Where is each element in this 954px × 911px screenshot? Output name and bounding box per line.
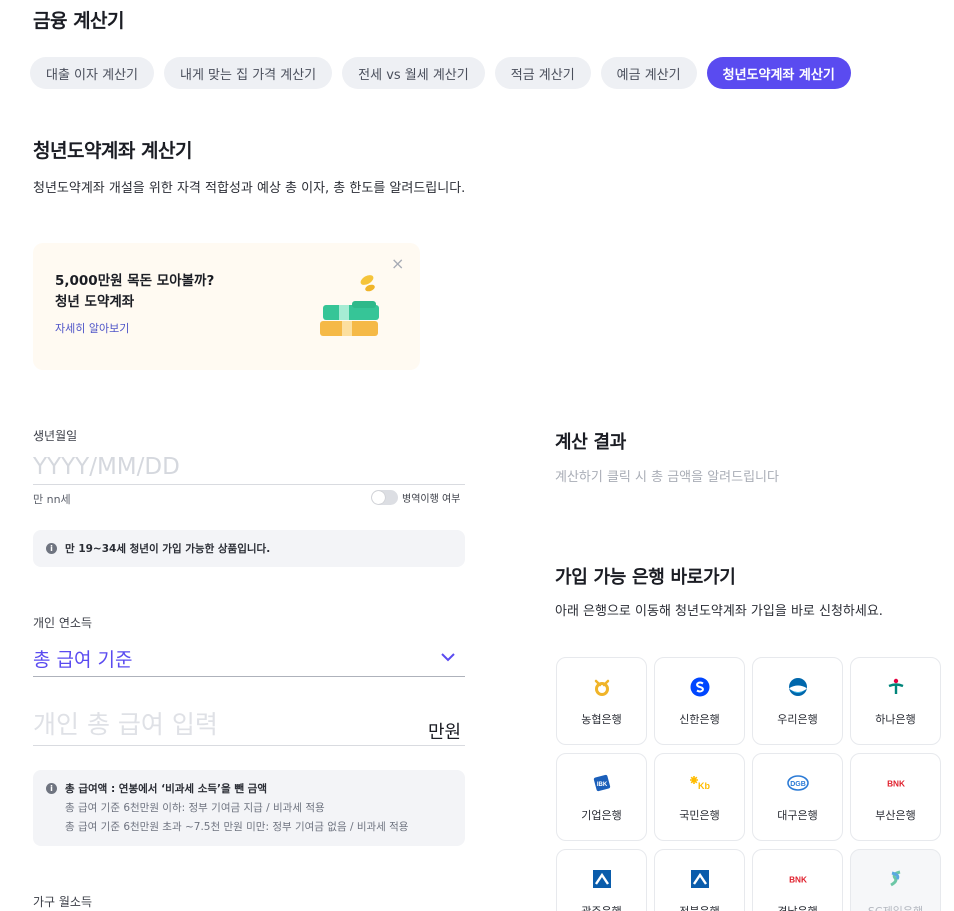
bank-card-kwangju[interactable]: 광주은행: [556, 849, 647, 911]
promo-learn-more-link[interactable]: 자세히 알아보기: [55, 320, 129, 336]
toggle-knob: [372, 491, 385, 504]
close-icon[interactable]: ×: [391, 256, 404, 272]
military-service-label: 병역이행 여부: [402, 494, 461, 505]
bank-card-dgb[interactable]: DGB 대구은행: [752, 753, 843, 841]
income-basis-value: 총 급여 기준: [33, 649, 133, 671]
kb-bank-icon: Kb: [689, 772, 711, 794]
bank-card-kyongnam[interactable]: BNK 경남은행: [752, 849, 843, 911]
bank-section-title: 가입 가능 은행 바로가기: [555, 567, 736, 588]
bank-name: 신한은행: [679, 713, 720, 726]
promo-banner: 5,000만원 목돈 모아볼까? 청년 도약계좌 자세히 알아보기 ×: [33, 243, 420, 370]
bank-name: 기업은행: [581, 809, 622, 822]
bnk-busan-bank-icon: BNK: [885, 772, 907, 794]
svg-text:DGB: DGB: [790, 781, 806, 788]
jeonbuk-bank-icon: [689, 868, 711, 890]
salary-unit: 만원: [428, 722, 462, 743]
tab-installment-savings[interactable]: 적금 계산기: [494, 57, 591, 89]
svg-text:IBK: IBK: [596, 782, 607, 788]
kwangju-bank-icon: [591, 868, 613, 890]
promo-subheadline: 청년 도약계좌: [55, 294, 135, 310]
tab-youth-leap-account[interactable]: 청년도약계좌 계산기: [706, 57, 851, 89]
income-basis-select[interactable]: 총 급여 기준: [33, 643, 465, 677]
bank-card-woori[interactable]: 우리은행: [752, 657, 843, 745]
bank-name: 하나은행: [875, 713, 916, 726]
bank-card-sc[interactable]: SC제일은행: [850, 849, 941, 911]
bank-card-ibk[interactable]: IBK 기업은행: [556, 753, 647, 841]
bank-card-nh[interactable]: 농협은행: [556, 657, 647, 745]
section-title: 청년도약계좌 계산기: [33, 140, 192, 162]
income-definition-title: 총 급여액 : 연봉에서 ‘비과세 소득’을 뺀 금액: [65, 783, 267, 795]
svg-text:Kb: Kb: [698, 781, 710, 791]
svg-text:BNK: BNK: [789, 876, 807, 885]
birth-date-label: 생년월일: [33, 429, 78, 443]
tab-home-price[interactable]: 내게 맞는 집 가격 계산기: [164, 57, 333, 89]
birth-date-input[interactable]: [33, 450, 465, 485]
bank-name: 농협은행: [581, 713, 622, 726]
income-rule-2: 총 급여 기준 6천만원 초과 ~7.5천 만원 미만: 정부 기여금 없음 /…: [65, 821, 409, 833]
bank-name: 부산은행: [875, 809, 916, 822]
result-title: 계산 결과: [555, 432, 627, 453]
bank-card-jeonbuk[interactable]: 전북은행: [654, 849, 745, 911]
info-icon: i: [46, 783, 57, 794]
promo-headline: 5,000만원 목돈 모아볼까?: [55, 273, 215, 289]
bank-name: 광주은행: [557, 903, 646, 911]
bank-card-shinhan[interactable]: 신한은행: [654, 657, 745, 745]
sc-bank-icon: [885, 868, 907, 890]
page-heading: 금융 계산기: [33, 10, 125, 32]
tab-loan-interest[interactable]: 대출 이자 계산기: [30, 57, 154, 89]
section-description: 청년도약계좌 개설을 위한 자격 적합성과 예상 총 이자, 총 한도를 알려드…: [33, 181, 466, 196]
info-icon: i: [46, 543, 57, 554]
income-rule-1: 총 급여 기준 6천만원 이하: 정부 기여금 지급 / 비과세 적용: [65, 802, 325, 814]
military-service-toggle[interactable]: [371, 490, 398, 505]
tab-deposit[interactable]: 예금 계산기: [600, 57, 697, 89]
bank-card-busan[interactable]: BNK 부산은행: [850, 753, 941, 841]
bank-name: 국민은행: [679, 809, 720, 822]
household-income-label: 가구 월소득: [33, 895, 93, 909]
age-eligibility-notice: i 만 19~34세 청년이 가입 가능한 상품입니다.: [33, 530, 465, 567]
bank-name: 우리은행: [777, 713, 818, 726]
total-salary-input[interactable]: [33, 704, 465, 746]
age-eligibility-text: 만 19~34세 청년이 가입 가능한 상품입니다.: [65, 543, 271, 555]
bank-name: 전북은행: [655, 903, 744, 911]
woori-bank-icon: [787, 676, 809, 698]
age-readout: 만 nn세: [33, 493, 71, 506]
shinhan-bank-icon: [689, 676, 711, 698]
bank-card-hana[interactable]: 하나은행: [850, 657, 941, 745]
ibk-bank-icon: IBK: [591, 772, 613, 794]
hana-bank-icon: [885, 676, 907, 698]
income-definition-notice: i 총 급여액 : 연봉에서 ‘비과세 소득’을 뺀 금액 총 급여 기준 6천…: [33, 770, 465, 846]
bank-section-description: 아래 은행으로 이동해 청년도약계좌 가입을 바로 신청하세요.: [555, 604, 883, 619]
chevron-down-icon: [441, 653, 455, 662]
money-stack-icon: [320, 275, 379, 336]
bank-name: 경남은행: [753, 903, 842, 911]
calculator-tabs: 대출 이자 계산기 내게 맞는 집 가격 계산기 전세 vs 월세 계산기 적금…: [30, 57, 851, 89]
military-service-toggle-group: 병역이행 여부: [371, 490, 460, 505]
bank-name: 대구은행: [777, 809, 818, 822]
bank-card-kb[interactable]: Kb 국민은행: [654, 753, 745, 841]
bank-name: SC제일은행: [851, 903, 940, 911]
svg-text:BNK: BNK: [887, 780, 905, 789]
dgb-bank-icon: DGB: [786, 772, 809, 794]
bnk-kyongnam-bank-icon: BNK: [787, 868, 809, 890]
bank-grid: 농협은행 신한은행 우리은행 하나은행 IBK 기업은행 Kb 국민은행 DGB: [556, 657, 941, 911]
tab-jeonse-vs-wolse[interactable]: 전세 vs 월세 계산기: [342, 57, 485, 89]
annual-income-label: 개인 연소득: [33, 616, 93, 630]
nh-bank-icon: [591, 676, 613, 698]
result-description: 계산하기 클릭 시 총 금액을 알려드립니다: [555, 470, 779, 485]
